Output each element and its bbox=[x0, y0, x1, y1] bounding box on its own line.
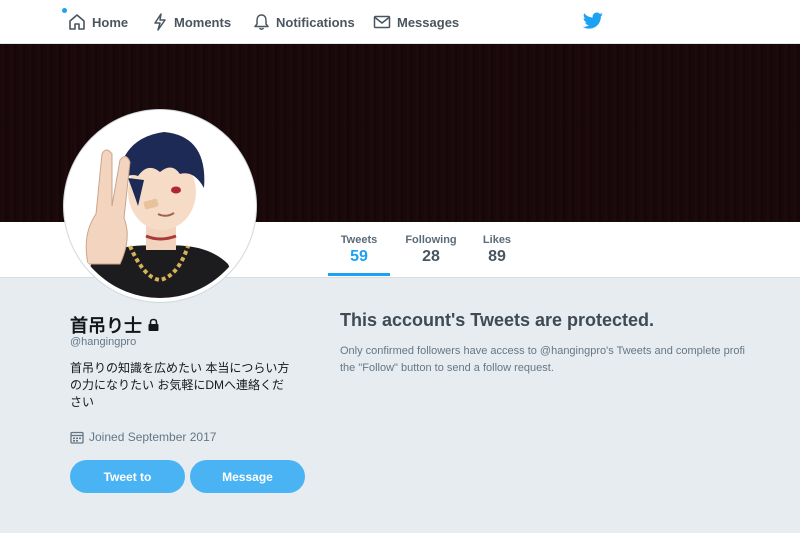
home-icon bbox=[69, 14, 85, 30]
stat-following[interactable]: Following 28 bbox=[402, 234, 460, 266]
bell-icon bbox=[254, 14, 269, 30]
stat-likes[interactable]: Likes 89 bbox=[478, 234, 516, 266]
profile-bio: 首吊りの知識を広めたい 本当につらい方 の力になりたい お気軽にDMへ連絡くだ … bbox=[70, 360, 310, 411]
profile-bio-line: さい bbox=[70, 395, 95, 409]
nav-notifications[interactable]: Notifications bbox=[253, 0, 355, 44]
profile-joined-text: Joined September 2017 bbox=[89, 430, 217, 444]
tweet-to-button[interactable]: Tweet to bbox=[70, 460, 185, 493]
lightning-icon bbox=[154, 13, 166, 31]
nav-home-label: Home bbox=[92, 14, 129, 30]
nav-moments[interactable]: Moments bbox=[152, 0, 231, 44]
profile-avatar[interactable] bbox=[64, 110, 256, 302]
nav-moments-label: Moments bbox=[174, 14, 232, 30]
protected-description-line: the "Follow" button to send a follow req… bbox=[340, 362, 554, 374]
home-unread-dot bbox=[62, 8, 67, 13]
nav-messages-label: Messages bbox=[397, 14, 460, 30]
nav-messages[interactable]: Messages bbox=[373, 0, 459, 44]
avatar-illustration bbox=[68, 114, 252, 298]
profile-bio-line: の力になりたい お気軽にDMへ連絡くだ bbox=[70, 378, 284, 392]
nav-notifications-label: Notifications bbox=[276, 14, 355, 30]
stat-tweets-value: 59 bbox=[350, 248, 368, 265]
nav-home[interactable]: Home bbox=[68, 0, 128, 44]
calendar-icon bbox=[70, 431, 84, 444]
twitter-bird-icon[interactable] bbox=[582, 12, 604, 31]
envelope-icon bbox=[373, 15, 391, 29]
stat-following-value: 28 bbox=[422, 248, 440, 265]
profile-bio-line: 首吊りの知識を広めたい 本当につらい方 bbox=[70, 361, 290, 375]
protected-title: This account's Tweets are protected. bbox=[340, 310, 655, 330]
lock-icon bbox=[148, 318, 159, 331]
profile-joined: Joined September 2017 bbox=[70, 430, 216, 444]
message-button[interactable]: Message bbox=[190, 460, 305, 493]
stat-tweets[interactable]: Tweets 59 bbox=[328, 234, 390, 276]
profile-name-text: 首吊り士 bbox=[70, 316, 142, 336]
top-navigation-bar: Home Moments Notifications Messages bbox=[0, 0, 800, 44]
profile-name: 首吊り士 bbox=[70, 312, 160, 338]
protected-description: Only confirmed followers have access to … bbox=[340, 343, 800, 377]
stat-following-label: Following bbox=[405, 234, 457, 246]
stat-likes-value: 89 bbox=[488, 248, 506, 265]
protected-description-line: Only confirmed followers have access to … bbox=[340, 345, 745, 357]
stat-likes-label: Likes bbox=[482, 234, 512, 246]
profile-handle: @hangingpro bbox=[70, 336, 137, 348]
stat-tweets-label: Tweets bbox=[340, 234, 378, 246]
